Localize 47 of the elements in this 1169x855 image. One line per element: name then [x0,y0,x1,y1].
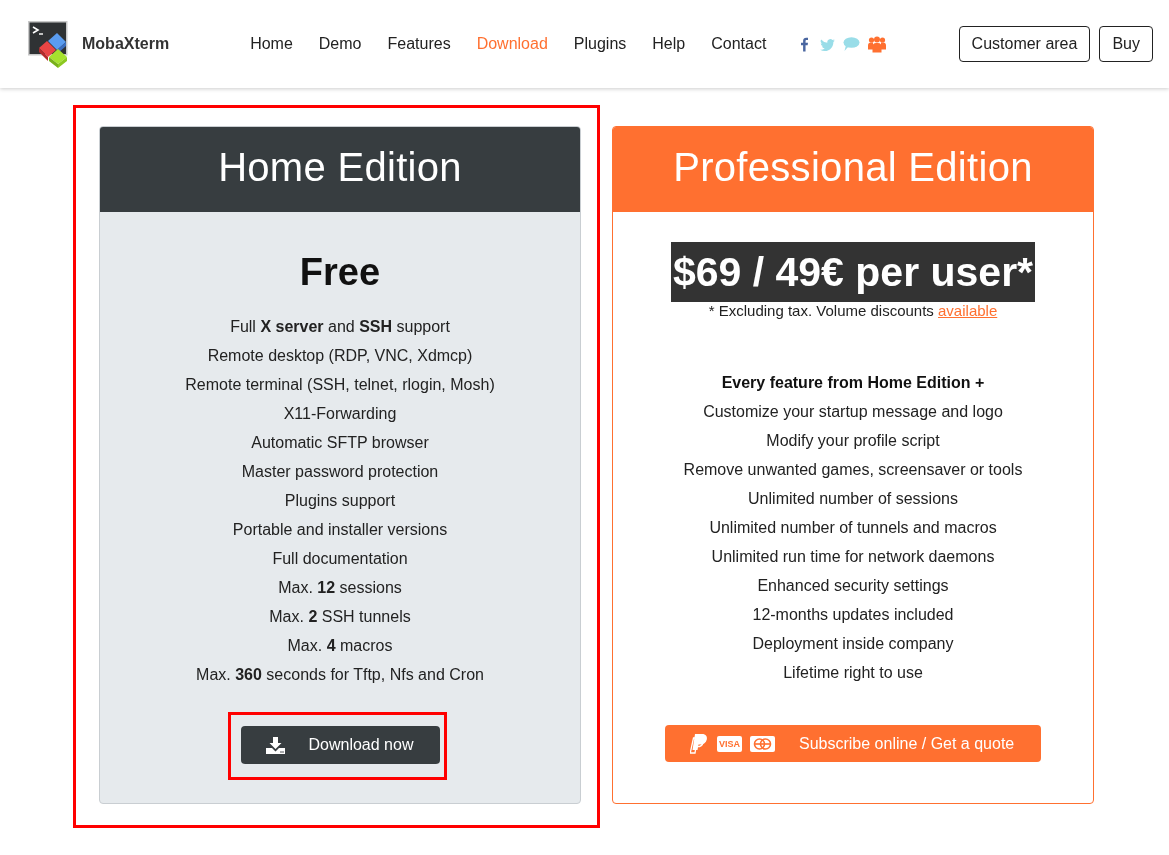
feature-item: Remove unwanted games, screensaver or tools [683,460,1023,480]
feature-item: Deployment inside company [752,634,954,654]
card-logo: VISA [717,735,742,752]
nav-link[interactable]: Home [250,34,293,54]
speech-bubble-icon[interactable] [843,37,861,51]
nav-link[interactable]: Help [652,34,686,54]
feature-item: Master password protection [241,462,439,482]
feature-item: Remote desktop (RDP, VNC, Xdmcp) [207,346,473,366]
feature-item: 12-months updates included [752,605,954,625]
price-text: Free [299,250,381,295]
feature-item: Max. 360 seconds for Tftp, Nfs and Cron [196,665,484,685]
price-text: $69 / 49€ per user* [670,242,1036,302]
feature-item: Remote terminal (SSH, telnet, rlogin, Mosh) [185,375,495,395]
download-icon [265,736,285,754]
header-button[interactable]: Buy [1099,26,1153,62]
feature-item: Max. 2 SSH tunnels [269,607,411,627]
feature-item: Lifetime right to use [783,663,923,683]
nav-link[interactable]: Demo [318,34,362,54]
brand-name[interactable]: MobaXterm [82,32,170,56]
feature-item: Unlimited number of sessions [748,489,958,509]
nav-link[interactable]: Contact [711,34,767,54]
nav-link[interactable]: Plugins [573,34,627,54]
bird-icon[interactable] [820,37,836,51]
feature-item: Unlimited number of tunnels and macros [709,518,997,538]
features-heading: Every feature from Home Edition + [721,373,985,393]
feature-item: Unlimited run time for network daemons [711,547,995,567]
edition-title: Professional Edition [613,127,1093,212]
p-logo-icon [690,733,708,754]
nav-link[interactable]: Features [387,34,451,54]
feature-item: X11-Forwarding [283,404,397,424]
feature-item: Modify your profile script [766,431,940,451]
header-button[interactable]: Customer area [958,26,1091,62]
edition-title: Home Edition [100,127,580,212]
people-icon[interactable] [868,35,887,53]
feature-item: Full documentation [272,549,408,569]
download-button[interactable]: Download now [240,726,440,764]
price-note: * Excluding tax. Volume discounts available [708,302,998,320]
feature-item: Full X server and SSH support [230,317,450,337]
feature-item: Enhanced security settings [757,576,949,596]
feature-item: Max. 4 macros [287,636,393,656]
card-circles-icon [750,735,775,752]
feature-item: Plugins support [284,491,396,511]
f-logo-icon[interactable] [801,36,809,52]
feature-item: Automatic SFTP browser [251,433,429,453]
feature-item: Customize your startup message and logo [703,402,1003,422]
feature-item: Portable and installer versions [232,520,448,540]
feature-item: Max. 12 sessions [278,578,402,598]
